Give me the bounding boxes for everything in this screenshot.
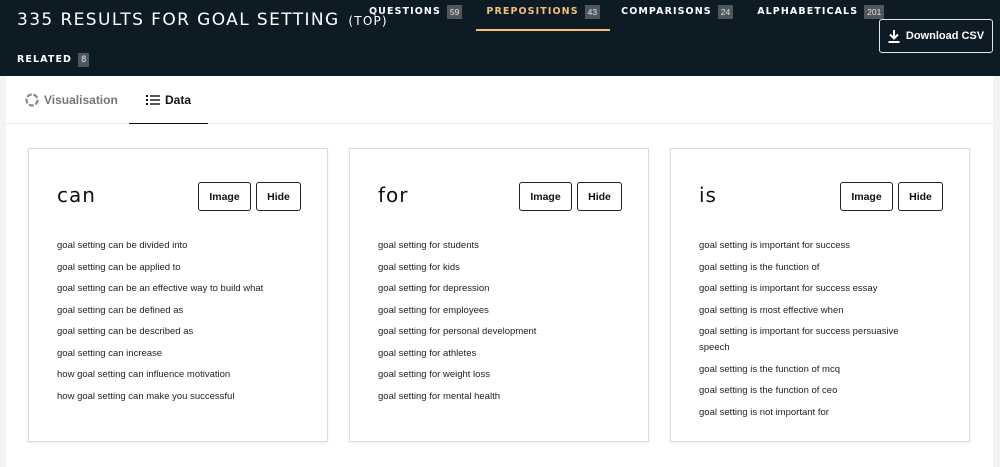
hide-button[interactable]: Hide bbox=[256, 182, 301, 211]
list-item[interactable]: goal setting can be defined as bbox=[57, 303, 267, 319]
tab-count-badge: 201 bbox=[864, 5, 885, 19]
list-item[interactable]: goal setting is most effective when bbox=[699, 303, 909, 319]
list-item[interactable]: how goal setting can influence motivatio… bbox=[57, 367, 267, 383]
download-icon bbox=[888, 29, 900, 43]
card-heading: is bbox=[699, 183, 717, 207]
list-item[interactable]: goal setting can be divided into bbox=[57, 238, 267, 254]
list-item[interactable]: goal setting for personal development bbox=[378, 324, 588, 340]
list-item[interactable]: goal setting for kids bbox=[378, 260, 588, 276]
preposition-card-can: can Image Hide goal setting can be divid… bbox=[28, 148, 328, 442]
tab-comparisons[interactable]: COMPARISONS 24 bbox=[621, 0, 734, 31]
hide-button[interactable]: Hide bbox=[577, 182, 622, 211]
list-icon bbox=[145, 95, 160, 105]
list-item[interactable]: goal setting can be described as bbox=[57, 324, 267, 340]
list-item[interactable]: goal setting for students bbox=[378, 238, 588, 254]
list-item[interactable]: goal setting for weight loss bbox=[378, 367, 588, 383]
list-item[interactable]: goal setting is important for success pe… bbox=[699, 324, 909, 356]
tab-data-label: Data bbox=[164, 93, 191, 107]
tab-alphabeticals[interactable]: ALPHABETICALS 201 bbox=[757, 0, 885, 31]
tab-prepositions[interactable]: PREPOSITIONS 43 bbox=[476, 0, 610, 31]
tab-label: PREPOSITIONS bbox=[486, 6, 579, 17]
list-item[interactable]: goal setting for depression bbox=[378, 281, 588, 297]
preposition-card-for: for Image Hide goal setting for students… bbox=[349, 148, 649, 442]
tab-data[interactable]: Data bbox=[129, 76, 208, 125]
tab-visualisation-label: Visualisation bbox=[44, 93, 118, 107]
suggestion-list: goal setting is important for success go… bbox=[699, 238, 909, 426]
image-button[interactable]: Image bbox=[840, 182, 893, 211]
list-item[interactable]: how goal setting can make you successful bbox=[57, 389, 267, 405]
hide-button[interactable]: Hide bbox=[898, 182, 943, 211]
tab-label: COMPARISONS bbox=[621, 6, 712, 17]
tab-label: QUESTIONS bbox=[369, 6, 441, 17]
tab-questions[interactable]: QUESTIONS 59 bbox=[369, 0, 463, 31]
tab-visualisation[interactable]: Visualisation bbox=[25, 76, 118, 124]
download-csv-button[interactable]: Download CSV bbox=[879, 19, 993, 53]
download-csv-label: Download CSV bbox=[905, 30, 985, 42]
list-item[interactable]: goal setting is important for success es… bbox=[699, 281, 909, 297]
list-item[interactable]: goal setting for athletes bbox=[378, 346, 588, 362]
image-button[interactable]: Image bbox=[198, 182, 251, 211]
list-item[interactable]: goal setting for employees bbox=[378, 303, 588, 319]
view-switcher: Visualisation Data bbox=[6, 76, 993, 125]
tab-count-badge: 8 bbox=[78, 53, 90, 67]
list-item[interactable]: goal setting is important for success bbox=[699, 238, 909, 254]
list-item[interactable]: goal setting can be an effective way to … bbox=[57, 281, 267, 297]
top-header: 335 RESULTS FOR GOAL SETTING (TOP) QUEST… bbox=[0, 0, 1000, 76]
list-item[interactable]: goal setting is the function of bbox=[699, 260, 909, 276]
card-heading: for bbox=[378, 183, 409, 207]
tab-label: ALPHABETICALS bbox=[757, 6, 859, 17]
suggestion-list: goal setting can be divided into goal se… bbox=[57, 238, 267, 410]
tab-count-badge: 59 bbox=[446, 5, 463, 19]
card-heading: can bbox=[57, 183, 96, 207]
results-panel: can Image Hide goal setting can be divid… bbox=[6, 124, 993, 467]
list-item[interactable]: goal setting can be applied to bbox=[57, 260, 267, 276]
list-item[interactable]: goal setting is the function of mcq bbox=[699, 362, 909, 378]
tab-related[interactable]: RELATED 8 bbox=[17, 53, 90, 67]
suggestion-list: goal setting for students goal setting f… bbox=[378, 238, 588, 410]
results-title: 335 RESULTS FOR GOAL SETTING bbox=[17, 10, 340, 30]
list-item[interactable]: goal setting can increase bbox=[57, 346, 267, 362]
tab-label: RELATED bbox=[17, 54, 73, 65]
visualisation-icon bbox=[25, 93, 39, 107]
category-tabs: QUESTIONS 59 PREPOSITIONS 43 COMPARISONS… bbox=[369, 0, 885, 31]
list-item[interactable]: goal setting is not important for bbox=[699, 405, 909, 421]
tab-count-badge: 24 bbox=[717, 5, 734, 19]
list-item[interactable]: goal setting is the function of ceo bbox=[699, 383, 909, 399]
preposition-card-is: is Image Hide goal setting is important … bbox=[670, 148, 970, 442]
list-item[interactable]: goal setting for mental health bbox=[378, 389, 588, 405]
image-button[interactable]: Image bbox=[519, 182, 572, 211]
tab-count-badge: 43 bbox=[584, 5, 601, 19]
page-title: 335 RESULTS FOR GOAL SETTING (TOP) bbox=[17, 10, 388, 30]
